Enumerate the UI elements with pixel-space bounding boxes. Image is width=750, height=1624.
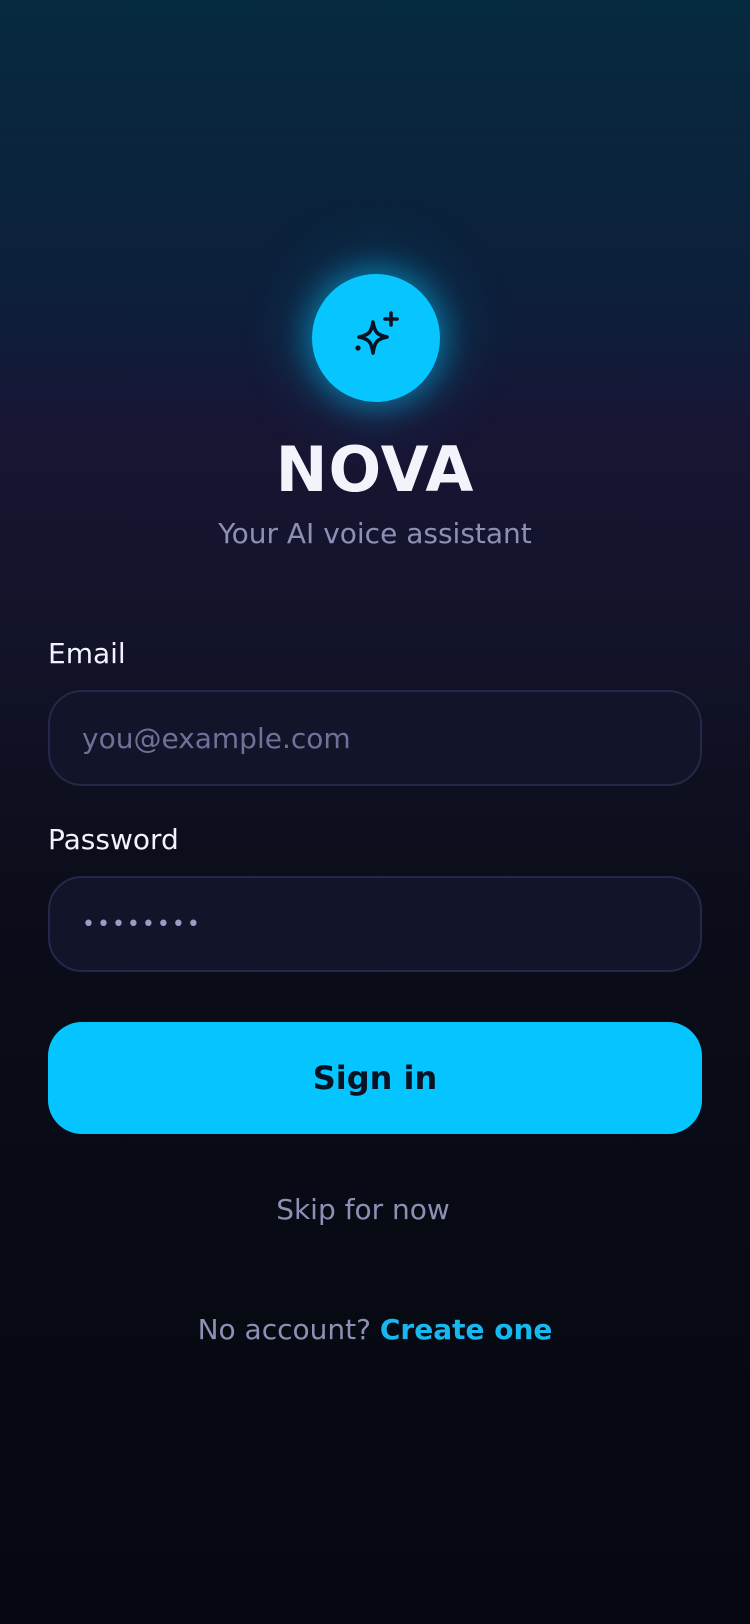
no-account-text: No account? bbox=[197, 1313, 380, 1346]
login-screen: NOVA Your AI voice assistant Email Passw… bbox=[0, 0, 750, 1624]
email-label: Email bbox=[48, 637, 126, 670]
password-field[interactable]: •••••••• bbox=[48, 876, 702, 972]
app-logo bbox=[312, 274, 440, 402]
sparkle-icon bbox=[355, 311, 399, 355]
sign-in-button[interactable]: Sign in bbox=[48, 1022, 702, 1134]
skip-link[interactable]: Skip for now bbox=[0, 1192, 726, 1228]
password-label: Password bbox=[48, 823, 179, 856]
create-account-link[interactable]: Create one bbox=[380, 1313, 553, 1346]
password-value[interactable]: •••••••• bbox=[82, 912, 202, 937]
email-field-container[interactable] bbox=[48, 690, 702, 786]
footer: No account? Create one bbox=[0, 1312, 750, 1348]
app-title: NOVA bbox=[275, 433, 475, 506]
app-subtitle: Your AI voice assistant bbox=[218, 517, 532, 550]
email-field[interactable] bbox=[82, 721, 668, 755]
